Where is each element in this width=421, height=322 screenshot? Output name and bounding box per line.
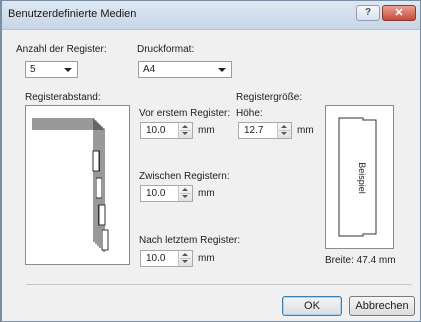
print-format-label: Druckformat:	[137, 44, 195, 55]
close-button[interactable]: ✕	[382, 5, 416, 21]
sample-label: Beispiel	[357, 162, 367, 194]
print-format-select[interactable]: A4	[138, 61, 232, 78]
cancel-button[interactable]: Abbrechen	[349, 296, 415, 316]
tab-count-label: Anzahl der Register:	[16, 44, 107, 55]
tab-spacing-label: Registerabstand:	[25, 92, 101, 103]
spinner-arrows-icon[interactable]	[178, 123, 192, 138]
title-bar: Benutzerdefinierte Medien ? ✕	[2, 1, 420, 30]
help-button[interactable]: ?	[356, 5, 380, 21]
between-value: 10.0	[146, 188, 166, 199]
window-title: Benutzerdefinierte Medien	[8, 8, 137, 20]
tab-count-value: 5	[30, 64, 36, 75]
chevron-down-icon	[218, 68, 226, 72]
after-last-stepper[interactable]: 10.0	[140, 250, 193, 267]
divider-pages-illustration	[32, 118, 109, 252]
after-last-unit: mm	[198, 253, 215, 264]
tab-height-label: Höhe:	[236, 108, 263, 119]
spinner-arrows-icon[interactable]	[178, 251, 192, 266]
between-unit: mm	[198, 188, 215, 199]
tab-size-label: Registergröße:	[236, 92, 303, 103]
tab-height-unit: mm	[297, 125, 314, 136]
dialog-window: Benutzerdefinierte Medien ? ✕ Anzahl der…	[0, 0, 421, 322]
after-last-value: 10.0	[146, 253, 166, 264]
tab-count-select[interactable]: 5	[25, 61, 78, 78]
before-first-value: 10.0	[146, 125, 166, 136]
ok-button[interactable]: OK	[282, 296, 342, 316]
spinner-arrows-icon[interactable]	[277, 123, 291, 138]
after-last-label: Nach letztem Register:	[139, 235, 241, 246]
tab-width-text: Breite: 47.4 mm	[325, 255, 396, 266]
tab-size-preview: Beispiel	[325, 105, 394, 249]
between-label: Zwischen Registern:	[139, 171, 230, 182]
tab-height-value: 12.7	[244, 125, 264, 136]
tab-spacing-preview	[25, 105, 130, 265]
before-first-unit: mm	[198, 125, 215, 136]
spinner-arrows-icon[interactable]	[178, 186, 192, 201]
tab-height-stepper[interactable]: 12.7	[238, 122, 292, 139]
divider-line	[26, 284, 412, 285]
before-first-stepper[interactable]: 10.0	[140, 122, 193, 139]
before-first-label: Vor erstem Register:	[139, 108, 231, 119]
chevron-down-icon	[64, 68, 72, 72]
between-stepper[interactable]: 10.0	[140, 185, 193, 202]
print-format-value: A4	[143, 64, 156, 75]
